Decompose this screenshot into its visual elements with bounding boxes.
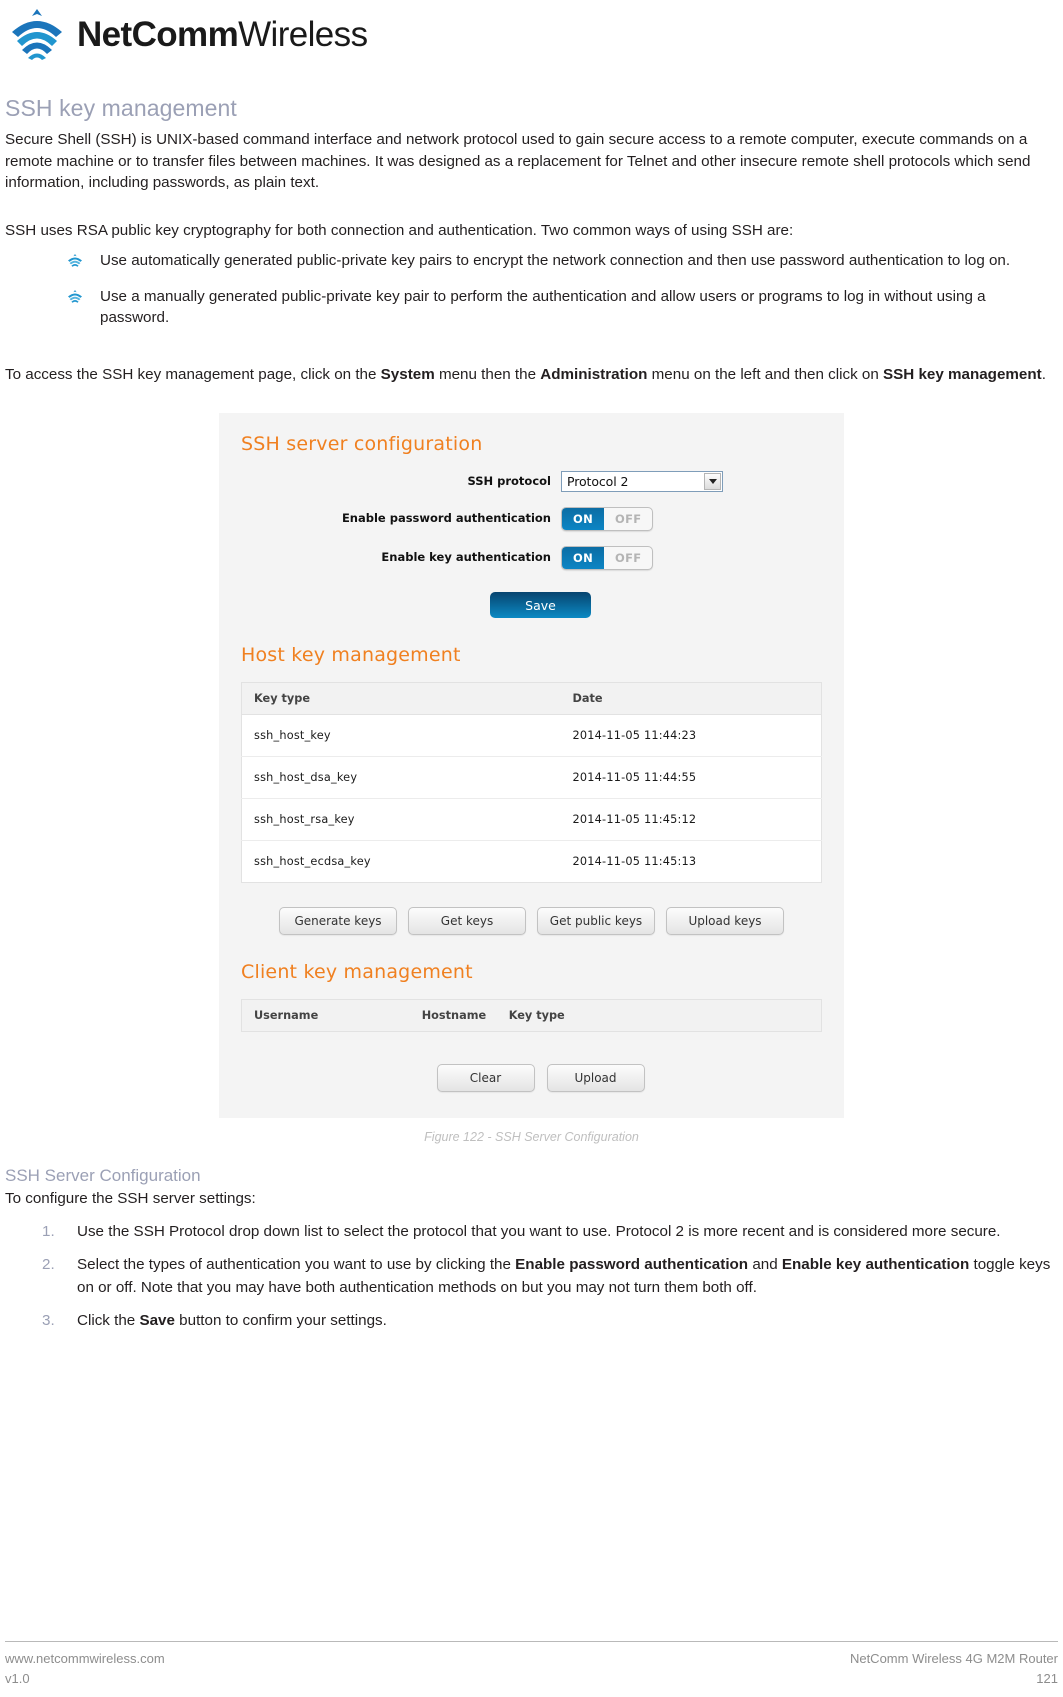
chevron-down-icon[interactable]	[704, 473, 721, 491]
table-header-row: Key type Date	[241, 682, 822, 716]
cell-key-type: ssh_host_ecdsa_key	[254, 855, 371, 869]
key-auth-label: Enable key authentication	[381, 550, 551, 565]
access-text-part1: To access the SSH key management page, c…	[5, 365, 381, 383]
key-auth-on-option[interactable]: ON	[562, 547, 605, 570]
ssh-protocol-select[interactable]: Protocol 2	[561, 471, 723, 493]
password-auth-on-option[interactable]: ON	[562, 508, 605, 531]
page-title: SSH key management	[5, 95, 237, 121]
cell-key-type: ssh_host_key	[241, 714, 561, 758]
list-item: Use a manually generated public-private …	[5, 286, 1058, 329]
save-button[interactable]: Save	[490, 592, 591, 619]
generate-keys-button[interactable]: Generate keys	[279, 907, 397, 936]
intro-paragraph: Secure Shell (SSH) is UNIX-based command…	[5, 131, 1031, 192]
netcomm-wave-bullet-icon	[68, 254, 82, 268]
cell-date: 2014-11-05 11:44:23	[560, 714, 822, 758]
client-key-management-heading: Client key management	[241, 961, 473, 984]
footer-page-number: 121	[1036, 1671, 1058, 1686]
step-bold1: Save	[139, 1311, 175, 1329]
get-keys-button[interactable]: Get keys	[408, 907, 526, 936]
key-auth-toggle[interactable]: ON OFF	[561, 546, 654, 571]
brand-bold: NetComm	[77, 14, 239, 54]
table-row: ssh_host_key 2014-11-05 11:44:23	[241, 714, 822, 758]
table-row: ssh_host_dsa_key 2014-11-05 11:44:55	[241, 756, 822, 800]
client-key-actions: Clear Upload	[241, 1064, 822, 1093]
password-auth-off-option[interactable]: OFF	[604, 508, 652, 530]
step-text-part1: Use the SSH Protocol drop down list to s…	[77, 1222, 1001, 1240]
step-text-part1: Select the types of authentication you w…	[77, 1255, 516, 1273]
document-content: SSH key management Secure Shell (SSH) is…	[5, 95, 1058, 1342]
access-paragraph: To access the SSH key management page, c…	[5, 364, 1055, 386]
page-header: NetCommWireless	[8, 4, 1055, 64]
list-item-label: Use a manually generated public-private …	[100, 287, 986, 327]
configuration-steps-list: Use the SSH Protocol drop down list to s…	[5, 1220, 1058, 1332]
ssh-protocol-label: SSH protocol	[467, 473, 551, 488]
list-item: Click the Save button to confirm your se…	[5, 1309, 1058, 1332]
brand-logo: NetCommWireless	[8, 8, 368, 60]
step-text-part2: and	[748, 1255, 782, 1273]
cell-date: 2014-11-05 11:45:12	[560, 798, 822, 842]
key-auth-off-option[interactable]: OFF	[604, 547, 652, 569]
step-bold1: Enable password authentication	[515, 1255, 749, 1273]
cell-key-type: ssh_host_rsa_key	[241, 798, 561, 842]
table-row: ssh_host_ecdsa_key 2014-11-05 11:45:13	[242, 841, 822, 883]
ssh-protocol-row: SSH protocol Protocol 2	[241, 471, 822, 493]
host-key-table: Key type Date ssh_host_key 2014-11-05 11…	[241, 682, 822, 884]
get-public-keys-button[interactable]: Get public keys	[537, 907, 655, 936]
password-auth-label: Enable password authentication	[341, 511, 551, 526]
column-header-date: Date	[560, 682, 822, 716]
step-text-part1: Click the	[77, 1311, 140, 1329]
rsa-paragraph: SSH uses RSA public key cryptography for…	[5, 221, 794, 239]
password-auth-row: Enable password authentication ON OFF	[241, 507, 822, 532]
sub-section-intro: To configure the SSH server settings:	[5, 1190, 256, 1208]
footer-website: www.netcommwireless.com	[5, 1651, 165, 1666]
access-bold-administration: Administration	[540, 365, 648, 383]
column-header-key-type: Key type	[496, 999, 822, 1033]
netcomm-wave-bullet-icon	[68, 289, 82, 303]
clear-button[interactable]: Clear	[436, 1064, 535, 1093]
footer-product: NetComm Wireless 4G M2M Router	[849, 1651, 1058, 1666]
host-key-management-heading: Host key management	[241, 644, 461, 667]
ssh-usage-list: Use automatically generated public-priva…	[5, 250, 1058, 329]
column-header-hostname: Hostname	[409, 999, 497, 1033]
password-auth-toggle[interactable]: ON OFF	[561, 507, 654, 532]
access-bold-ssh-key-management: SSH key management	[883, 365, 1042, 383]
upload-keys-button[interactable]: Upload keys	[666, 907, 784, 936]
cell-date: 2014-11-05 11:44:55	[560, 756, 822, 800]
figure-caption: Figure 122 - SSH Server Configuration	[424, 1130, 639, 1145]
ssh-server-configuration-heading: SSH server configuration	[241, 433, 483, 456]
table-row: ssh_host_rsa_key 2014-11-05 11:45:12	[241, 798, 822, 842]
netcomm-wave-logo-icon	[12, 9, 62, 60]
access-bold-system: System	[380, 365, 435, 383]
figure-ssh-server-configuration: SSH server configuration SSH protocol Pr…	[5, 413, 1058, 1144]
step-text-part2: button to confirm your settings.	[174, 1311, 387, 1329]
router-web-ui-screenshot: SSH server configuration SSH protocol Pr…	[219, 413, 844, 1119]
cell-date: 2014-11-05 11:45:13	[572, 855, 697, 869]
ssh-protocol-selected-value: Protocol 2	[567, 474, 629, 490]
host-key-actions: Generate keys Get keys Get public keys U…	[241, 907, 822, 936]
cell-key-type: ssh_host_dsa_key	[241, 756, 561, 800]
access-text-part3: menu on the left and then click on	[647, 365, 883, 383]
list-item: Select the types of authentication you w…	[5, 1253, 1058, 1299]
step-bold2: Enable key authentication	[781, 1255, 970, 1273]
list-item: Use the SSH Protocol drop down list to s…	[5, 1220, 1058, 1243]
column-header-key-type: Key type	[241, 682, 561, 716]
upload-button[interactable]: Upload	[546, 1064, 645, 1093]
list-item: Use automatically generated public-priva…	[5, 250, 1058, 272]
brand-wordmark: NetCommWireless	[77, 14, 368, 54]
page-footer: www.netcommwireless.com NetComm Wireless…	[5, 1641, 1058, 1689]
access-text-part2: menu then the	[434, 365, 541, 383]
brand-light: Wireless	[238, 14, 368, 54]
sub-section-title: SSH Server Configuration	[5, 1166, 201, 1186]
list-item-label: Use automatically generated public-priva…	[100, 252, 1011, 270]
key-auth-row: Enable key authentication ON OFF	[241, 546, 822, 571]
client-key-table: Username Hostname Key type	[241, 999, 822, 1033]
column-header-username: Username	[241, 999, 410, 1033]
footer-version: v1.0	[5, 1671, 30, 1686]
table-header-row: Username Hostname Key type	[241, 999, 822, 1033]
access-text-part4: .	[1041, 365, 1046, 383]
